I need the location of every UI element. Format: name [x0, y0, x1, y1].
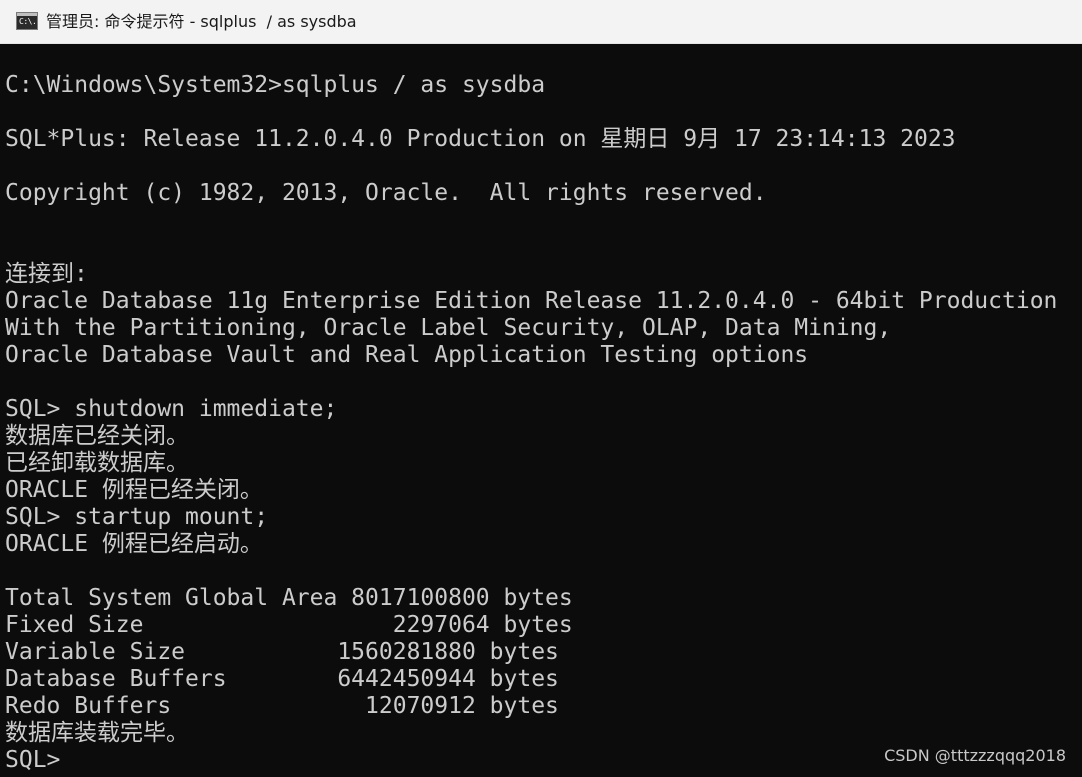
console-line: Oracle Database 11g Enterprise Edition R…	[5, 288, 1058, 314]
console-line: Oracle Database Vault and Real Applicati…	[5, 342, 809, 368]
console-line: 已经卸载数据库。	[5, 450, 189, 476]
console-line: Copyright (c) 1982, 2013, Oracle. All ri…	[5, 180, 767, 206]
console-line: Redo Buffers 12070912 bytes	[5, 693, 559, 719]
cmd-icon: C:\.	[16, 12, 38, 30]
console-output[interactable]: C:\Windows\System32>sqlplus / as sysdba …	[5, 72, 1082, 777]
console-line: SQL> shutdown immediate;	[5, 396, 338, 422]
console-window: C:\. 管理员: 命令提示符 - sqlplus / as sysdba C:…	[0, 0, 1082, 777]
console-line: C:\Windows\System32>sqlplus / as sysdba	[5, 72, 546, 98]
console-line: 数据库已经关闭。	[5, 423, 189, 449]
watermark: CSDN @tttzzzqqq2018	[884, 746, 1066, 765]
console-line: Fixed Size 2297064 bytes	[5, 612, 573, 638]
console-line: With the Partitioning, Oracle Label Secu…	[5, 315, 892, 341]
window-title: 管理员: 命令提示符 - sqlplus / as sysdba	[46, 12, 357, 31]
console-line: SQL*Plus: Release 11.2.0.4.0 Production …	[5, 126, 956, 152]
console-line: ORACLE 例程已经关闭。	[5, 477, 263, 503]
console-line: 连接到:	[5, 261, 88, 287]
console-line: 数据库装载完毕。	[5, 720, 189, 746]
console-line: Database Buffers 6442450944 bytes	[5, 666, 559, 692]
console-line: Total System Global Area 8017100800 byte…	[5, 585, 573, 611]
title-bar[interactable]: C:\. 管理员: 命令提示符 - sqlplus / as sysdba	[0, 0, 1082, 44]
console-line: ORACLE 例程已经启动。	[5, 531, 263, 557]
console-line: SQL> startup mount;	[5, 504, 269, 530]
console-line: Variable Size 1560281880 bytes	[5, 639, 559, 665]
